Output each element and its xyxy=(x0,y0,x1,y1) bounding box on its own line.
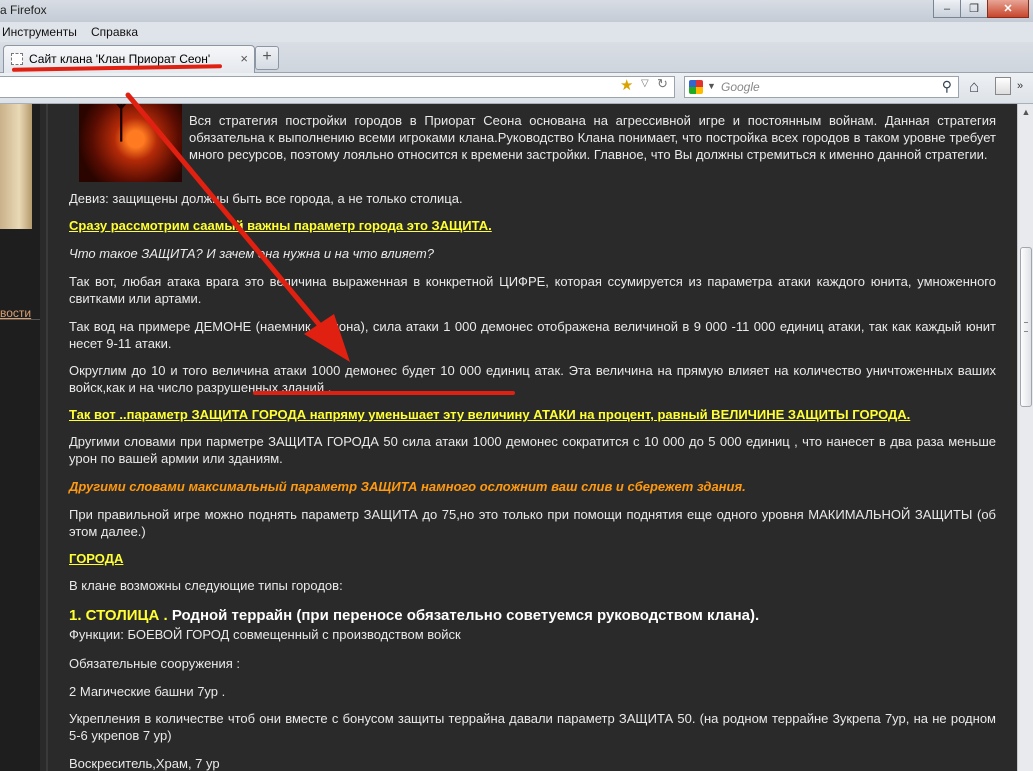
orange-note: Другими словами максимальный параметр ЗА… xyxy=(69,479,746,494)
defense-50-paragraph: Другими словами при парметре ЗАЩИТА ГОРО… xyxy=(69,434,996,466)
toolbar-overflow-icon[interactable]: » xyxy=(1017,80,1023,92)
resurrect-text: Воскреситель,Храм, 7 ур xyxy=(69,756,220,771)
capital-heading: 1. СТОЛИЦА . Родной террайн (при перенос… xyxy=(69,607,996,624)
clan-emblem-icon: ᛉ xyxy=(105,104,138,149)
page-icon xyxy=(11,53,23,65)
reload-icon[interactable]: ↻ xyxy=(657,76,668,92)
menu-tools[interactable]: Инструменты xyxy=(2,25,77,39)
clan-logo: ᛉ xyxy=(79,104,182,182)
search-placeholder: Google xyxy=(721,80,760,94)
history-dropdown-icon[interactable]: ▽ xyxy=(641,78,649,89)
required-text: Обязательные сооружения : xyxy=(69,656,241,671)
fort-text: Укрепления в количестве чтоб они вместе … xyxy=(69,711,996,743)
capital-terrain: Родной террайн (при переносе обязательно… xyxy=(167,607,760,624)
window-title: а Firefox xyxy=(0,3,47,17)
menu-bar: Инструменты Справка xyxy=(0,22,1033,42)
scroll-thumb[interactable] xyxy=(1020,247,1032,407)
maximize-button[interactable]: ❐ xyxy=(960,0,988,18)
motto-text: Девиз: защищены должны быть все города, … xyxy=(69,191,463,206)
tab-close-icon[interactable]: × xyxy=(240,51,248,66)
demon-paragraph: Так вод на примере ДЕМОНЕ (наемник демон… xyxy=(69,319,996,351)
attack-paragraph: Так вот, любая атака врага это величина … xyxy=(69,274,996,306)
left-sidebar: вости xyxy=(0,104,40,771)
address-bar[interactable] xyxy=(0,76,675,98)
close-button[interactable]: ✕ xyxy=(987,0,1029,18)
search-icon[interactable]: ⚲ xyxy=(942,78,952,95)
addon-icon[interactable] xyxy=(995,77,1011,95)
minimize-button[interactable]: – xyxy=(933,0,961,18)
sidebar-image xyxy=(0,104,32,229)
window-controls: – ❐ ✕ xyxy=(933,0,1029,18)
heading-defense: Сразу рассмотрим саамый важны параметр г… xyxy=(69,218,492,233)
intro-text: Вся стратегия постройки городов в Приора… xyxy=(189,113,996,162)
search-input[interactable]: ▼ Google ⚲ xyxy=(684,76,959,98)
web-page: вости ᛉ Вся стратегия постройки городов … xyxy=(0,104,1017,771)
home-icon[interactable]: ⌂ xyxy=(969,77,979,97)
bookmark-star-icon[interactable]: ★ xyxy=(620,76,633,94)
navigation-bar: ★ ▽ ↻ ▼ Google ⚲ ⌂ » xyxy=(0,73,1033,104)
sidebar-news-link[interactable]: вости xyxy=(0,306,31,320)
capital-number: 1. СТОЛИЦА . xyxy=(69,607,168,624)
question-text: Что такое ЗАЩИТА? И зачем она нужна и на… xyxy=(69,246,434,261)
scroll-up-icon[interactable]: ▲ xyxy=(1018,104,1033,120)
functions-text: Функции: БОЕВОЙ ГОРОД совмещенный с прои… xyxy=(69,627,461,642)
title-bar: а Firefox – ❐ ✕ xyxy=(0,0,1033,22)
content-border xyxy=(46,104,48,771)
max-defense-paragraph: При правильной игре можно поднять параме… xyxy=(69,507,996,539)
heading-cities: ГОРОДА xyxy=(69,551,124,566)
sidebar-divider xyxy=(0,319,40,320)
heading-param: Так вот ..параметр ЗАЩИТА ГОРОДА напряму… xyxy=(69,407,911,422)
menu-help[interactable]: Справка xyxy=(91,25,138,39)
google-icon[interactable] xyxy=(689,80,703,94)
search-engine-dropdown-icon[interactable]: ▼ xyxy=(707,81,716,91)
city-types-text: В клане возможны следующие типы городов: xyxy=(69,578,343,593)
round-paragraph: Округлим до 10 и того величина атаки 100… xyxy=(69,363,996,395)
page-scrollbar[interactable]: ▲ xyxy=(1017,104,1033,771)
annotation-underline-text xyxy=(253,391,515,395)
new-tab-button[interactable]: + xyxy=(255,46,279,70)
grip-icon xyxy=(1024,322,1028,332)
towers-text: 2 Магические башни 7ур . xyxy=(69,684,226,699)
